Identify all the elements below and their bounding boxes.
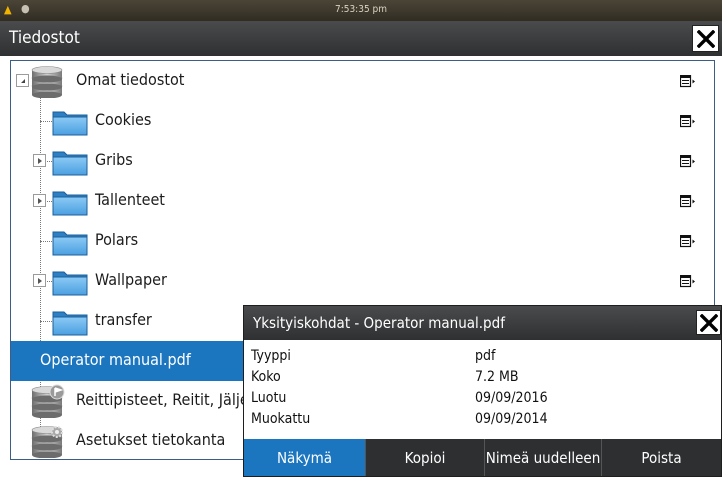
tree-item-label: Polars: [95, 230, 139, 249]
context-menu-icon[interactable]: [679, 234, 696, 248]
tree-row[interactable]: Gribs: [11, 141, 714, 181]
close-icon: [697, 30, 715, 48]
dialog-close-button[interactable]: [696, 310, 721, 335]
folder-icon: [52, 188, 88, 216]
tree-connector-line: [40, 241, 52, 242]
folder-icon: [52, 108, 88, 136]
tree-row[interactable]: Polars: [11, 221, 714, 261]
context-menu-icon[interactable]: [679, 74, 696, 88]
view-button[interactable]: Näkymä: [244, 439, 365, 476]
details-dialog: Yksityiskohdat - Operator manual.pdf Tyy…: [243, 305, 722, 477]
expand-icon[interactable]: [33, 274, 46, 287]
property-value: 7.2 MB: [475, 369, 519, 385]
tree-item-label: Tallenteet: [95, 190, 165, 209]
waypoint-database-icon: [30, 384, 66, 419]
window-title: Tiedostot: [9, 28, 80, 48]
dialog-button-bar: Näkymä Kopioi Nimeä uudelleen Poista: [244, 439, 721, 476]
expand-icon[interactable]: [33, 154, 46, 167]
close-button[interactable]: [692, 25, 719, 52]
tree-item-label: Asetukset tietokanta: [76, 430, 226, 449]
context-menu-icon[interactable]: [679, 114, 696, 128]
settings-database-icon: [30, 424, 66, 459]
rename-button[interactable]: Nimeä uudelleen: [484, 439, 601, 476]
close-icon: [700, 314, 718, 332]
tree-item-label: Omat tiedostot: [76, 70, 185, 89]
property-key: Tyyppi: [251, 348, 291, 364]
status-bar: ▲ ● 7:53:35 pm: [0, 0, 722, 21]
folder-icon: [52, 228, 88, 256]
tree-row[interactable]: Cookies: [11, 101, 714, 141]
dialog-title-bar: Yksityiskohdat - Operator manual.pdf: [244, 306, 721, 340]
copy-button[interactable]: Kopioi: [365, 439, 484, 476]
clock: 7:53:35 pm: [334, 4, 387, 15]
delete-button[interactable]: Poista: [601, 439, 721, 476]
tree-connector-line: [40, 321, 52, 322]
property-key: Koko: [251, 369, 281, 385]
folder-icon: [52, 308, 88, 336]
property-row: Muokattu 09/09/2014: [244, 409, 721, 430]
dialog-title: Yksityiskohdat - Operator manual.pdf: [253, 314, 505, 332]
tree-row[interactable]: Wallpaper: [11, 261, 714, 301]
context-menu-icon[interactable]: [679, 194, 696, 208]
folder-icon: [52, 268, 88, 296]
tree-item-label: Gribs: [95, 150, 133, 169]
context-menu-icon[interactable]: [679, 154, 696, 168]
tree-item-label: transfer: [95, 310, 152, 329]
property-value: 09/09/2016: [475, 390, 548, 406]
folder-icon: [52, 148, 88, 176]
tree-item-label: Reittipisteet, Reitit, Jäljet: [76, 390, 255, 409]
property-value: pdf: [475, 348, 496, 364]
tree-row[interactable]: Tallenteet: [11, 181, 714, 221]
context-menu-icon[interactable]: [679, 274, 696, 288]
property-row: Luotu 09/09/2016: [244, 388, 721, 409]
expand-icon[interactable]: [33, 194, 46, 207]
tree-item-label: Operator manual.pdf: [40, 350, 191, 369]
tree-item-label: Cookies: [95, 110, 152, 129]
property-key: Muokattu: [251, 411, 311, 427]
tree-item-label: Wallpaper: [95, 270, 167, 289]
window-title-bar: Tiedostot: [0, 21, 722, 56]
tree-row[interactable]: Omat tiedostot: [11, 61, 714, 101]
collapse-icon[interactable]: [16, 74, 29, 87]
property-row: Koko 7.2 MB: [244, 367, 721, 388]
property-value: 09/09/2014: [475, 411, 548, 427]
database-icon: [30, 64, 66, 99]
tree-connector-line: [40, 121, 52, 122]
property-key: Luotu: [251, 390, 287, 406]
property-row: Tyyppi pdf: [244, 346, 721, 367]
